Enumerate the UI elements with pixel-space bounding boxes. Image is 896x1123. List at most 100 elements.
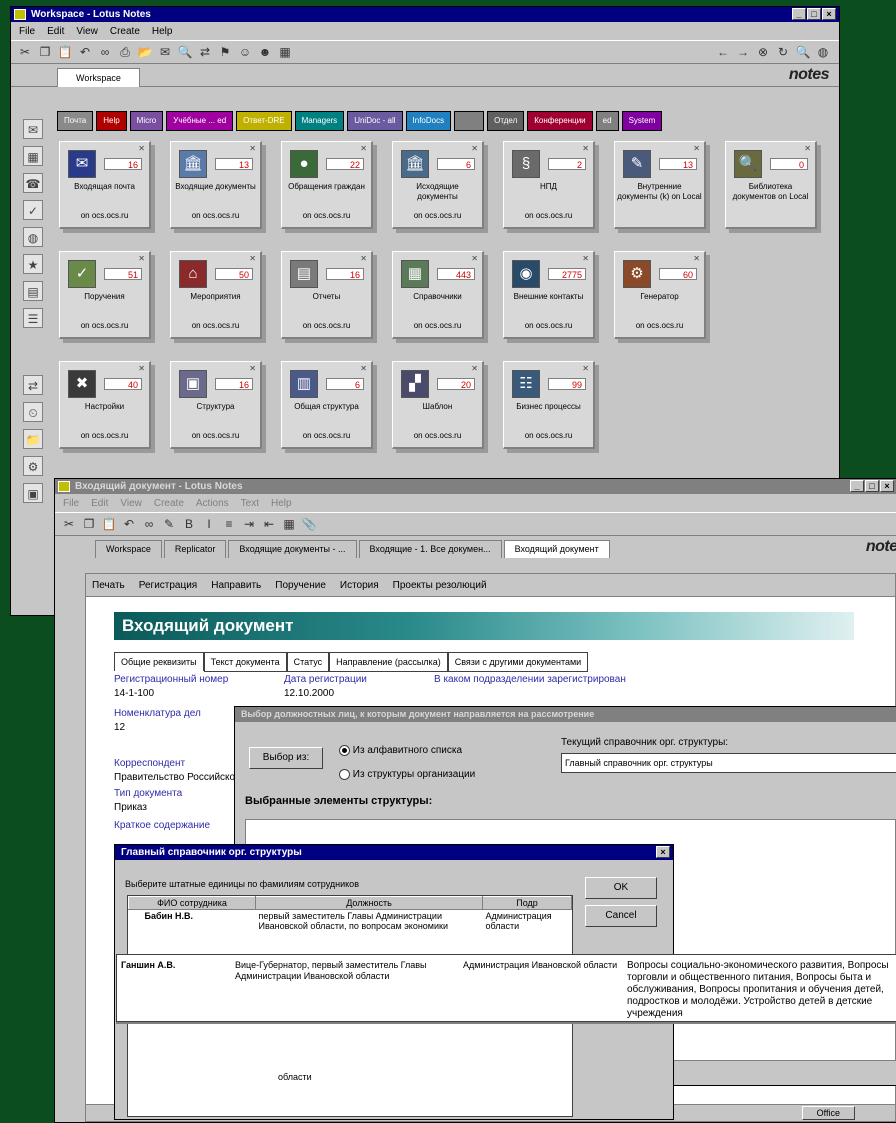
pen-icon[interactable]: ✎ — [161, 516, 177, 532]
outdent-icon[interactable]: ⇤ — [261, 516, 277, 532]
page-tab[interactable]: Почта — [57, 111, 94, 131]
close-tile-icon[interactable]: ✕ — [360, 144, 367, 153]
action-button[interactable]: Проекты резолюций — [393, 580, 487, 591]
database-tile[interactable]: ✖ 40 ✕ Настройки on ocs.ocs.ru — [59, 361, 151, 449]
menu-actions[interactable]: Actions — [196, 498, 229, 509]
window-tab[interactable]: Входящий документ — [503, 540, 610, 558]
cut-icon[interactable]: ✂ — [61, 516, 77, 532]
database-tile[interactable]: ✉ 16 ✕ Входящая почта on ocs.ocs.ru — [59, 141, 151, 229]
current-directory-field[interactable]: Главный справочник орг. структуры — [561, 753, 896, 773]
back-icon[interactable]: ← — [715, 44, 731, 60]
menu-edit[interactable]: Edit — [91, 498, 108, 509]
open-icon[interactable]: 📂 — [137, 44, 153, 60]
page-tab[interactable]: Конференции — [527, 111, 593, 131]
close-tile-icon[interactable]: ✕ — [582, 364, 589, 373]
selection-dialog-titlebar[interactable]: Выбор должностных лиц, к которым докумен… — [235, 707, 896, 722]
action-button[interactable]: Поручение — [275, 580, 326, 591]
address-bookmark-icon[interactable]: ☎ — [23, 173, 43, 193]
database-tile[interactable]: ● 22 ✕ Обращения граждан on ocs.ocs.ru — [281, 141, 373, 229]
option-alphabetical[interactable]: Из алфавитного списка — [339, 745, 462, 756]
close-tile-icon[interactable]: ✕ — [249, 254, 256, 263]
paste-icon[interactable]: 📋 — [101, 516, 117, 532]
close-tile-icon[interactable]: ✕ — [471, 364, 478, 373]
indent-icon[interactable]: ⇥ — [241, 516, 257, 532]
status-office-button[interactable]: Office — [801, 1106, 855, 1120]
menu-create[interactable]: Create — [110, 26, 140, 37]
close-tile-icon[interactable]: ✕ — [138, 364, 145, 373]
copy-icon[interactable]: ❐ — [81, 516, 97, 532]
database-tile[interactable]: ▤ 16 ✕ Отчеты on ocs.ocs.ru — [281, 251, 373, 339]
bookmark-icon[interactable]: ⚑ — [217, 44, 233, 60]
menu-help[interactable]: Help — [271, 498, 292, 509]
action-button[interactable]: Регистрация — [139, 580, 197, 591]
window-tab[interactable]: Workspace — [95, 540, 162, 558]
database-tile[interactable]: ✓ 51 ✕ Поручения on ocs.ocs.ru — [59, 251, 151, 339]
database-tile[interactable]: § 2 ✕ НПД on ocs.ocs.ru — [503, 141, 595, 229]
undo-icon[interactable]: ↶ — [77, 44, 93, 60]
web-bookmark-icon[interactable]: ◍ — [23, 227, 43, 247]
databases-bookmark-icon[interactable]: ▤ — [23, 281, 43, 301]
undo-icon[interactable]: ↶ — [121, 516, 137, 532]
column-name-header[interactable]: ФИО сотрудника — [128, 896, 256, 910]
copy-icon[interactable]: ❐ — [37, 44, 53, 60]
database-tile[interactable]: ✎ 13 ✕ Внутренние документы (k) on Local — [614, 141, 706, 229]
close-icon[interactable]: × — [822, 8, 836, 20]
highlighted-employee-row[interactable]: Ганшин А.В. Вице-Губернатор, первый заме… — [116, 954, 896, 1022]
workspace-titlebar[interactable]: Workspace - Lotus Notes _ □ × — [11, 7, 839, 22]
column-dept-header[interactable]: Подр — [482, 896, 572, 910]
link-icon[interactable]: ∞ — [97, 44, 113, 60]
page-tab[interactable]: UniDoc - all — [347, 111, 403, 131]
globe-icon[interactable]: ◍ — [815, 44, 831, 60]
menu-file[interactable]: File — [63, 498, 79, 509]
action-button[interactable]: Направить — [211, 580, 261, 591]
menu-view[interactable]: View — [76, 26, 98, 37]
close-tile-icon[interactable]: ✕ — [360, 364, 367, 373]
search-web-icon[interactable]: 🔍 — [795, 44, 811, 60]
bold-icon[interactable]: B — [181, 516, 197, 532]
italic-icon[interactable]: I — [201, 516, 217, 532]
print-icon[interactable]: ⎙ — [117, 44, 133, 60]
group-icon[interactable]: ☻ — [257, 44, 273, 60]
cut-icon[interactable]: ✂ — [17, 44, 33, 60]
close-icon[interactable]: × — [880, 480, 894, 492]
close-icon[interactable]: × — [656, 846, 670, 858]
menu-file[interactable]: File — [19, 26, 35, 37]
action-button[interactable]: История — [340, 580, 379, 591]
page-tab[interactable] — [454, 111, 485, 131]
menu-help[interactable]: Help — [152, 26, 173, 37]
screen-bookmark-icon[interactable]: ▣ — [23, 483, 43, 503]
page-tab[interactable]: Ответ-DRE — [236, 111, 292, 131]
page-tab[interactable]: InfoDocs — [405, 111, 452, 131]
option-structure[interactable]: Из структуры организации — [339, 769, 475, 780]
replicate-icon[interactable]: ⇄ — [197, 44, 213, 60]
document-titlebar[interactable]: Входящий документ - Lotus Notes _ □ × — [55, 479, 896, 494]
window-tab[interactable]: Входящие - 1. Все докумен... — [358, 540, 502, 558]
database-tile[interactable]: ⌂ 50 ✕ Мероприятия on ocs.ocs.ru — [170, 251, 262, 339]
maximize-icon[interactable]: □ — [865, 480, 879, 492]
close-tile-icon[interactable]: ✕ — [249, 144, 256, 153]
refresh-icon[interactable]: ↻ — [775, 44, 791, 60]
close-tile-icon[interactable]: ✕ — [693, 254, 700, 263]
select-from-button[interactable]: Выбор из: — [249, 747, 323, 769]
window-tab[interactable]: Replicator — [163, 540, 227, 558]
menu-create[interactable]: Create — [154, 498, 184, 509]
close-tile-icon[interactable]: ✕ — [249, 364, 256, 373]
align-icon[interactable]: ≡ — [221, 516, 237, 532]
page-tab[interactable]: System — [621, 111, 663, 131]
paste-icon[interactable]: 📋 — [57, 44, 73, 60]
section-tab[interactable]: Связи с другими документами — [447, 652, 589, 672]
menu-edit[interactable]: Edit — [47, 26, 64, 37]
structure-dialog-titlebar[interactable]: Главный справочник орг. структуры × — [115, 845, 673, 860]
database-tile[interactable]: ▞ 20 ✕ Шаблон on ocs.ocs.ru — [392, 361, 484, 449]
forward-icon[interactable]: → — [735, 44, 751, 60]
folder-bookmark-icon[interactable]: 📁 — [23, 429, 43, 449]
database-tile[interactable]: ▥ 6 ✕ Общая структура on ocs.ocs.ru — [281, 361, 373, 449]
mail-icon[interactable]: ✉ — [157, 44, 173, 60]
menu-view[interactable]: View — [120, 498, 142, 509]
section-tab[interactable]: Статус — [286, 652, 330, 672]
database-tile[interactable]: ▣ 16 ✕ Структура on ocs.ocs.ru — [170, 361, 262, 449]
menu-text[interactable]: Text — [241, 498, 259, 509]
database-tile[interactable]: ⚙ 60 ✕ Генератор on ocs.ocs.ru — [614, 251, 706, 339]
radio-structure[interactable] — [339, 769, 350, 780]
database-tile[interactable]: 🏛 13 ✕ Входящие документы on ocs.ocs.ru — [170, 141, 262, 229]
